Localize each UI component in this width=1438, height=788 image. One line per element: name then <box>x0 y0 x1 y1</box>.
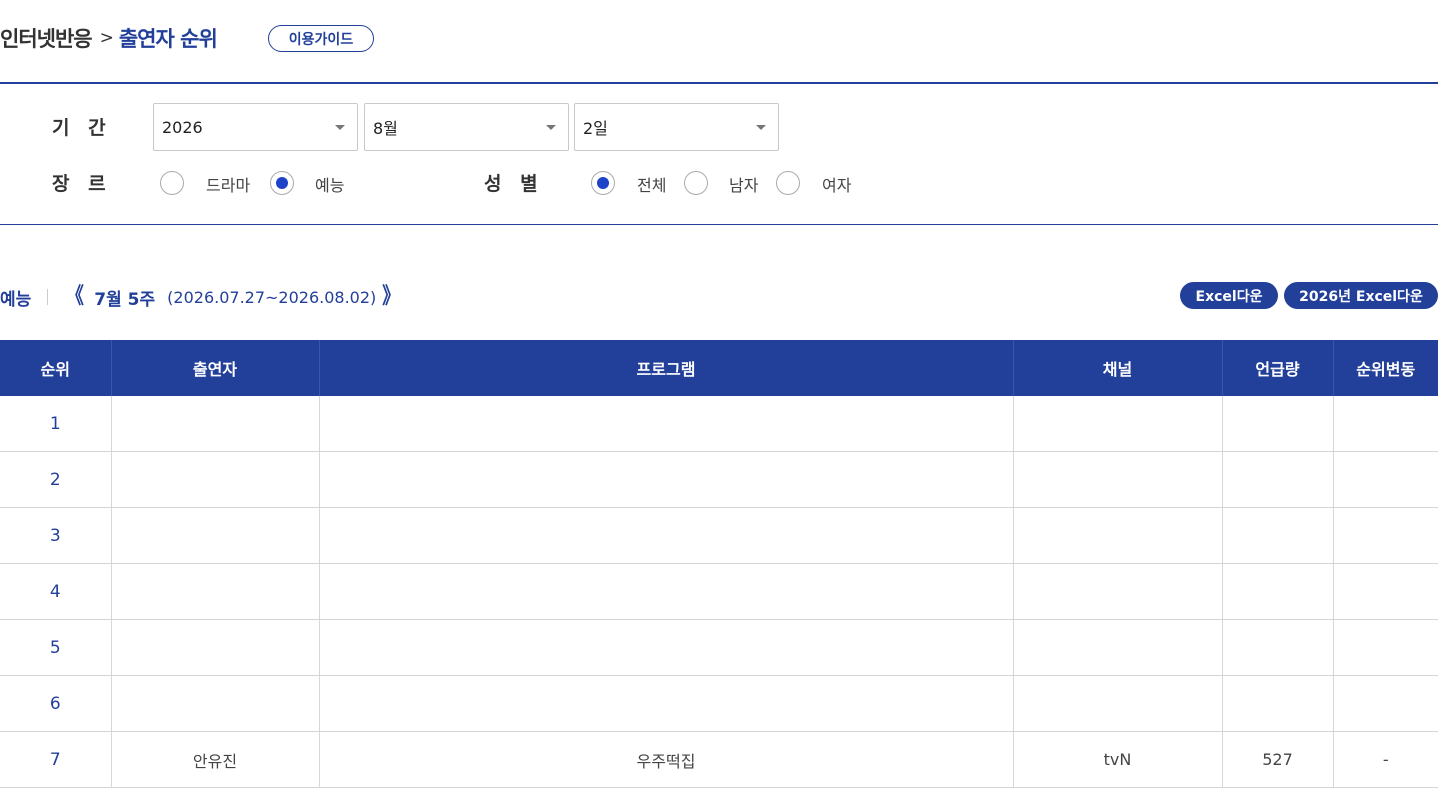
week-label: 7월 5주 <box>94 289 156 310</box>
breadcrumb-separator: > <box>99 28 114 48</box>
channel-cell <box>1012 619 1222 676</box>
rank-cell: 6 <box>0 675 111 732</box>
rank-change-cell: - <box>1332 731 1438 788</box>
rank-cell: 4 <box>0 563 111 620</box>
program-cell <box>318 675 1013 732</box>
genre-option-drama[interactable]: 드라마 <box>206 172 250 196</box>
channel-cell <box>1012 451 1222 508</box>
program-cell: 우주떡집 <box>318 731 1013 788</box>
genre-radio-variety[interactable] <box>270 171 294 195</box>
table-row: 3 <box>0 507 1438 564</box>
rank-cell: 2 <box>0 451 111 508</box>
gender-option-female[interactable]: 여자 <box>822 172 851 196</box>
period-label: 기 간 <box>52 117 112 139</box>
performer-cell <box>110 396 319 452</box>
gender-option-male[interactable]: 남자 <box>729 172 758 196</box>
gender-option-all[interactable]: 전체 <box>637 172 666 196</box>
mentions-cell <box>1221 507 1333 564</box>
program-cell <box>318 563 1013 620</box>
gender-radio-all[interactable] <box>591 171 615 195</box>
week-navigation: 예능 《 7월 5주 (2026.07.27~2026.08.02) 》 <box>0 284 402 310</box>
mentions-cell <box>1221 451 1333 508</box>
year-select-value: 2026 <box>162 117 203 137</box>
chevron-down-icon <box>335 125 345 130</box>
program-cell <box>318 396 1013 452</box>
rank-change-cell <box>1332 396 1438 452</box>
filter-bottom-divider <box>0 224 1438 225</box>
performer-cell <box>110 563 319 620</box>
genre-radio-drama[interactable] <box>160 171 184 195</box>
channel-cell <box>1012 563 1222 620</box>
table-row: 5 <box>0 619 1438 676</box>
genre-option-variety[interactable]: 예능 <box>315 172 344 196</box>
rank-change-cell <box>1332 451 1438 508</box>
rank-cell: 1 <box>0 396 111 452</box>
mentions-cell <box>1221 675 1333 732</box>
column-header-rank-change: 순위변동 <box>1332 340 1438 396</box>
gender-radio-female[interactable] <box>776 171 800 195</box>
ranking-table: 순위 출연자 프로그램 채널 언급량 순위변동 1 2 3 4 5 6 7 안유진 우주떡집 tv… <box>0 340 1438 788</box>
divider <box>47 289 49 305</box>
breadcrumb-parent[interactable]: 인터넷반응 <box>0 23 93 53</box>
program-cell <box>318 507 1013 564</box>
gender-radio-male[interactable] <box>684 171 708 195</box>
day-select-value: 2일 <box>583 119 608 138</box>
channel-cell <box>1012 396 1222 452</box>
table-row: 4 <box>0 563 1438 620</box>
category-label: 예능 <box>0 289 32 310</box>
performer-cell <box>110 675 319 732</box>
channel-cell: tvN <box>1012 731 1222 788</box>
mentions-cell <box>1221 396 1333 452</box>
performer-cell <box>110 451 319 508</box>
month-select[interactable]: 8월 <box>364 103 569 151</box>
page-title: 출연자 순위 <box>118 27 218 51</box>
rank-cell: 5 <box>0 619 111 676</box>
table-header-row: 순위 출연자 프로그램 채널 언급량 순위변동 <box>0 340 1438 396</box>
excel-download-button[interactable]: Excel다운 <box>1180 282 1278 309</box>
gender-label: 성 별 <box>484 173 544 195</box>
mentions-cell <box>1221 563 1333 620</box>
program-cell <box>318 619 1013 676</box>
column-header-channel: 채널 <box>1012 340 1222 396</box>
table-row: 2 <box>0 451 1438 508</box>
day-select[interactable]: 2일 <box>574 103 779 151</box>
column-header-rank: 순위 <box>0 340 111 396</box>
yearly-excel-download-button[interactable]: 2026년 Excel다운 <box>1284 282 1438 309</box>
table-row: 1 <box>0 396 1438 452</box>
channel-cell <box>1012 507 1222 564</box>
column-header-mentions: 언급량 <box>1221 340 1333 396</box>
rank-cell: 7 <box>0 731 111 788</box>
rank-cell: 3 <box>0 507 111 564</box>
performer-cell <box>110 507 319 564</box>
week-date-range: (2026.07.27~2026.08.02) <box>167 287 377 307</box>
year-select[interactable]: 2026 <box>153 103 358 151</box>
genre-label: 장 르 <box>52 173 112 195</box>
rank-change-cell <box>1332 507 1438 564</box>
mentions-cell: 527 <box>1221 731 1333 788</box>
prev-week-icon[interactable]: 《 <box>66 286 84 308</box>
performer-cell <box>110 619 319 676</box>
chevron-down-icon <box>756 125 766 130</box>
program-cell <box>318 451 1013 508</box>
mentions-cell <box>1221 619 1333 676</box>
chevron-down-icon <box>546 125 556 130</box>
usage-guide-button[interactable]: 이용가이드 <box>268 25 374 52</box>
table-row: 6 <box>0 675 1438 732</box>
rank-change-cell <box>1332 619 1438 676</box>
filter-top-divider <box>0 82 1438 84</box>
performer-cell: 안유진 <box>110 731 319 788</box>
month-select-value: 8월 <box>373 119 398 138</box>
next-week-icon[interactable]: 》 <box>382 286 400 308</box>
channel-cell <box>1012 675 1222 732</box>
breadcrumb: 인터넷반응 > 출연자 순위 <box>0 22 218 54</box>
rank-change-cell <box>1332 563 1438 620</box>
table-row: 7 안유진 우주떡집 tvN 527- <box>0 731 1438 788</box>
column-header-program: 프로그램 <box>318 340 1013 396</box>
column-header-performer: 출연자 <box>110 340 319 396</box>
rank-change-cell <box>1332 675 1438 732</box>
